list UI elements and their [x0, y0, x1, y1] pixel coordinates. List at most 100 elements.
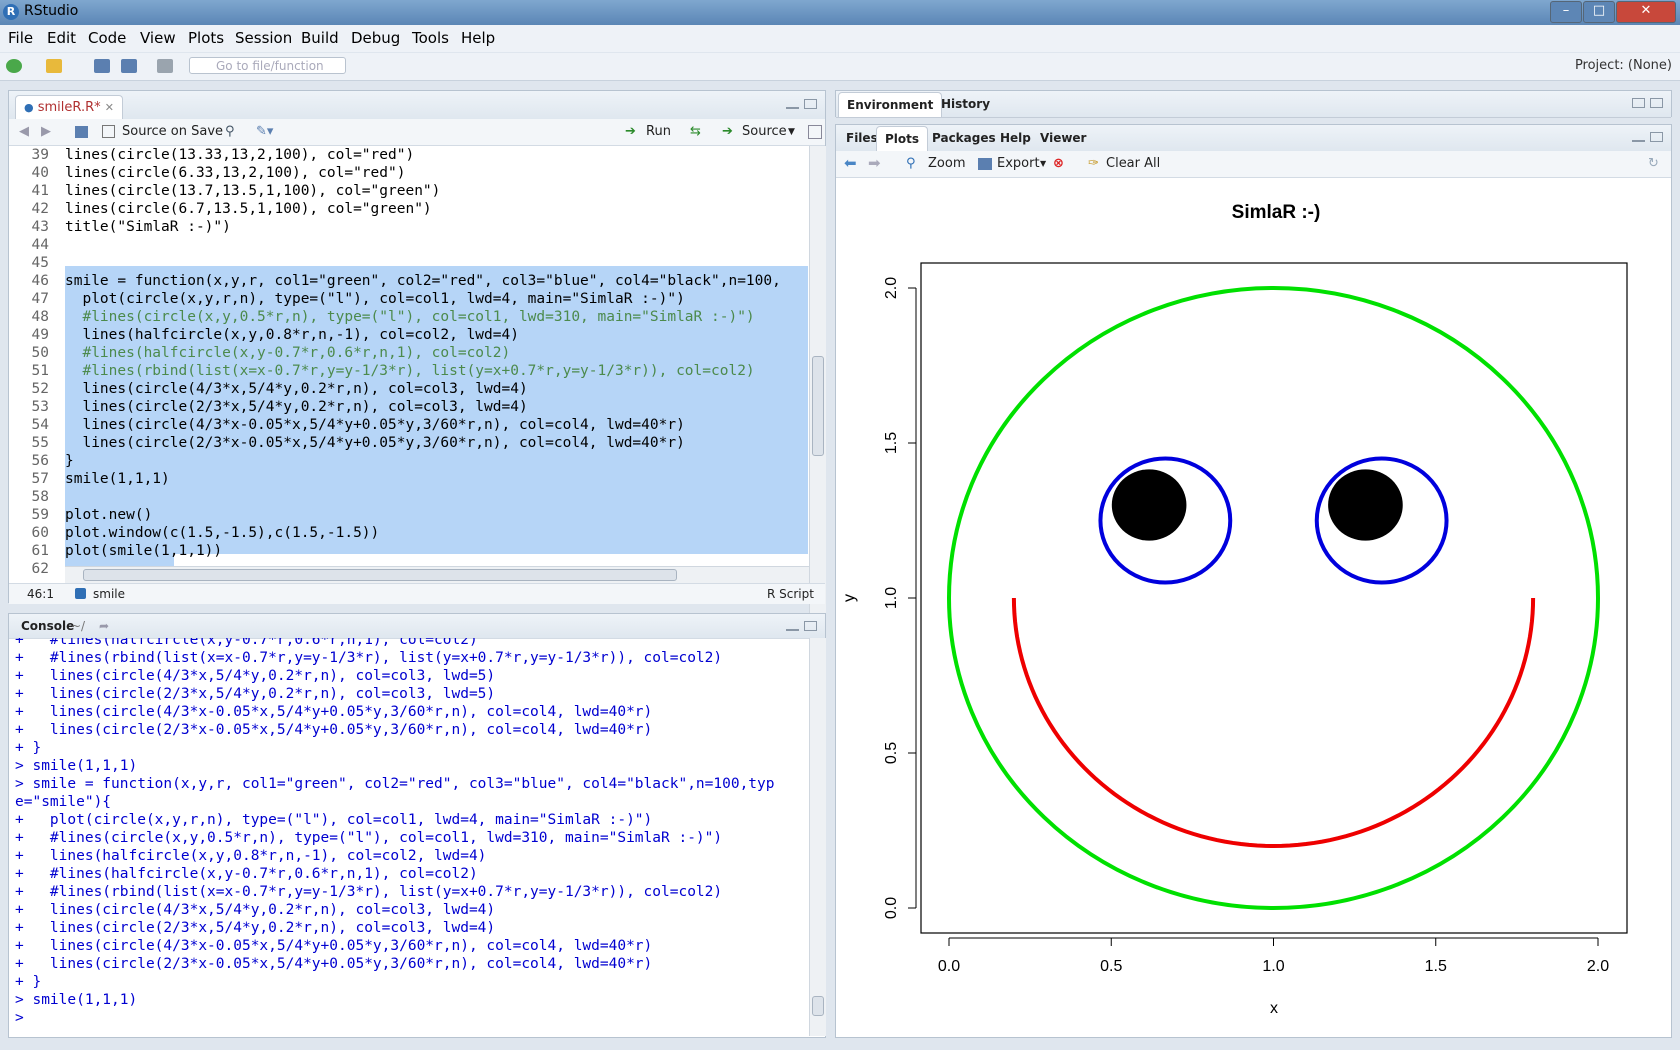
export-dropdown-icon[interactable]: ▼ [1040, 159, 1046, 168]
rerun-icon[interactable]: ⇆ [690, 124, 701, 139]
code-tools-icon[interactable]: ✎▾ [256, 124, 273, 139]
menu-session[interactable]: Session [235, 29, 292, 47]
menu-bar: File Edit Code View Plots Session Build … [0, 25, 1680, 52]
line-number: 44 [31, 237, 49, 253]
code-line: lines(halfcircle(x,y,0.8*r,n,-1), col=co… [65, 327, 519, 343]
r-file-icon: ● [24, 101, 34, 114]
source-editor-pane: ● smileR.R* ✕ ◀ ▶ Source on Save ⚲ ✎▾ ➔ … [8, 90, 826, 648]
console-line: + lines(circle(2/3*x,5/4*y,0.2*r,n), col… [15, 686, 496, 702]
minimize-env-icon[interactable] [1632, 98, 1645, 108]
source-dropdown-icon[interactable]: ▼ [788, 127, 795, 137]
minimize-console-icon[interactable] [786, 621, 799, 631]
editor-hscroll-thumb[interactable] [83, 569, 677, 581]
console-line: + lines(halfcircle(x,y,0.8*r,n,-1), col=… [15, 848, 487, 864]
clear-all-button[interactable]: Clear All [1106, 156, 1160, 171]
console-scroll-thumb[interactable] [812, 996, 824, 1016]
minimize-pane-icon[interactable] [786, 99, 799, 109]
minimize-button[interactable]: – [1550, 1, 1582, 23]
console-line: + lines(circle(2/3*x,5/4*y,0.2*r,n), col… [15, 920, 496, 936]
tab-plots[interactable]: Plots [876, 126, 929, 151]
menu-build[interactable]: Build [301, 29, 339, 47]
line-number: 46 [31, 273, 49, 289]
tab-history[interactable]: History [933, 92, 998, 116]
save-all-icon[interactable] [121, 59, 137, 73]
new-file-icon[interactable] [6, 59, 22, 73]
menu-plots[interactable]: Plots [188, 29, 224, 47]
source-arrow-icon: ➔ [722, 124, 733, 139]
next-plot-icon[interactable]: ➡ [868, 154, 881, 172]
code-line: lines(circle(6.7,13.5,1,100), col="green… [65, 201, 432, 217]
tab-smileR[interactable]: ● smileR.R* ✕ [15, 95, 124, 120]
line-number: 53 [31, 399, 49, 415]
code-line: plot.window(c(1.5,-1.5),c(1.5,-1.5)) [65, 525, 380, 541]
menu-edit[interactable]: Edit [47, 29, 76, 47]
console-line: + lines(circle(4/3*x-0.05*x,5/4*y+0.05*y… [15, 938, 653, 954]
goto-file-input[interactable]: Go to file/function [189, 57, 346, 74]
y-tick-label: 0.5 [883, 742, 900, 764]
line-number: 49 [31, 327, 49, 343]
console-line: + lines(circle(2/3*x-0.05*x,5/4*y+0.05*y… [15, 722, 653, 738]
console-line: e="smile"){ [15, 794, 112, 810]
editor-horizontal-scrollbar[interactable] [65, 566, 809, 583]
menu-view[interactable]: View [140, 29, 176, 47]
export-button[interactable]: Export [997, 156, 1040, 171]
console-line: > smile = function(x,y,r, col1="green", … [15, 776, 775, 792]
search-icon[interactable]: ⚲ [225, 124, 235, 139]
save-icon[interactable] [75, 126, 88, 138]
maximize-env-icon[interactable] [1650, 98, 1663, 108]
maximize-pane-icon[interactable] [804, 99, 817, 109]
run-button[interactable]: Run [646, 124, 671, 139]
file-type[interactable]: R Script [767, 587, 814, 601]
tab-environment[interactable]: Environment [838, 92, 943, 117]
x-tick-label: 0.0 [938, 958, 960, 975]
function-scope[interactable]: smile [93, 587, 125, 601]
code-line: #lines(rbind(list(x=x-0.7*r,y=y-1/3*r), … [65, 363, 755, 379]
export-icon [978, 158, 992, 170]
maximize-console-icon[interactable] [804, 621, 817, 631]
editor-scroll-thumb[interactable] [812, 356, 824, 456]
forward-arrow-icon[interactable]: ▶ [41, 124, 51, 139]
close-button[interactable]: ✕ [1616, 1, 1676, 23]
open-folder-icon[interactable] [46, 59, 62, 73]
menu-code[interactable]: Code [88, 29, 126, 47]
zoom-icon: ⚲ [906, 156, 916, 171]
editor-tab-label: smileR.R* [37, 100, 101, 115]
console-title: Console [21, 619, 75, 633]
minimize-plots-icon[interactable] [1632, 132, 1645, 142]
close-tab-icon[interactable]: ✕ [105, 101, 114, 114]
print-icon[interactable] [157, 59, 173, 73]
plot-box [920, 262, 1628, 934]
zoom-button[interactable]: Zoom [928, 156, 965, 171]
project-menu[interactable]: Project: (None) [1575, 58, 1672, 73]
goto-wd-icon[interactable]: ➦ [99, 619, 109, 633]
pupil-mark [1328, 469, 1403, 541]
line-number: 41 [31, 183, 49, 199]
code-line: smile(1,1,1) [65, 471, 170, 487]
refresh-icon[interactable]: ↻ [1648, 156, 1659, 171]
smile-mouth-line [1011, 597, 1536, 849]
previous-plot-icon[interactable]: ⬅ [844, 154, 857, 172]
editor-vertical-scrollbar[interactable] [809, 146, 826, 648]
line-number: 62 [31, 561, 49, 577]
console-line: + #lines(rbind(list(x=x-0.7*r,y=y-1/3*r)… [15, 650, 723, 666]
back-arrow-icon[interactable]: ◀ [19, 124, 29, 139]
console-line: + lines(circle(2/3*x-0.05*x,5/4*y+0.05*y… [15, 956, 653, 972]
source-on-save-checkbox[interactable] [102, 125, 115, 138]
outline-icon[interactable] [808, 125, 822, 139]
maximize-button[interactable]: □ [1583, 1, 1615, 23]
console-line: + #lines(halfcircle(x,y-0.7*r,0.6*r,n,1)… [15, 866, 478, 882]
menu-help[interactable]: Help [461, 29, 495, 47]
save-icon[interactable] [94, 59, 110, 73]
menu-tools[interactable]: Tools [412, 29, 449, 47]
console-output[interactable]: + #lines(halfcircle(x,y-0.7*r,0.6*r,n,1)… [9, 638, 809, 1036]
code-line: title("SimlaR :-)") [65, 219, 231, 235]
source-button[interactable]: Source [742, 124, 787, 139]
tab-viewer[interactable]: Viewer [1032, 126, 1094, 150]
console-line: + #lines(halfcircle(x,y-0.7*r,0.6*r,n,1)… [15, 638, 478, 648]
maximize-plots-icon[interactable] [1650, 132, 1663, 142]
console-scrollbar[interactable] [809, 638, 826, 1036]
remove-plot-icon[interactable]: ⊗ [1053, 156, 1064, 171]
console-line: + lines(circle(4/3*x-0.05*x,5/4*y+0.05*y… [15, 704, 653, 720]
menu-debug[interactable]: Debug [351, 29, 400, 47]
menu-file[interactable]: File [8, 29, 33, 47]
